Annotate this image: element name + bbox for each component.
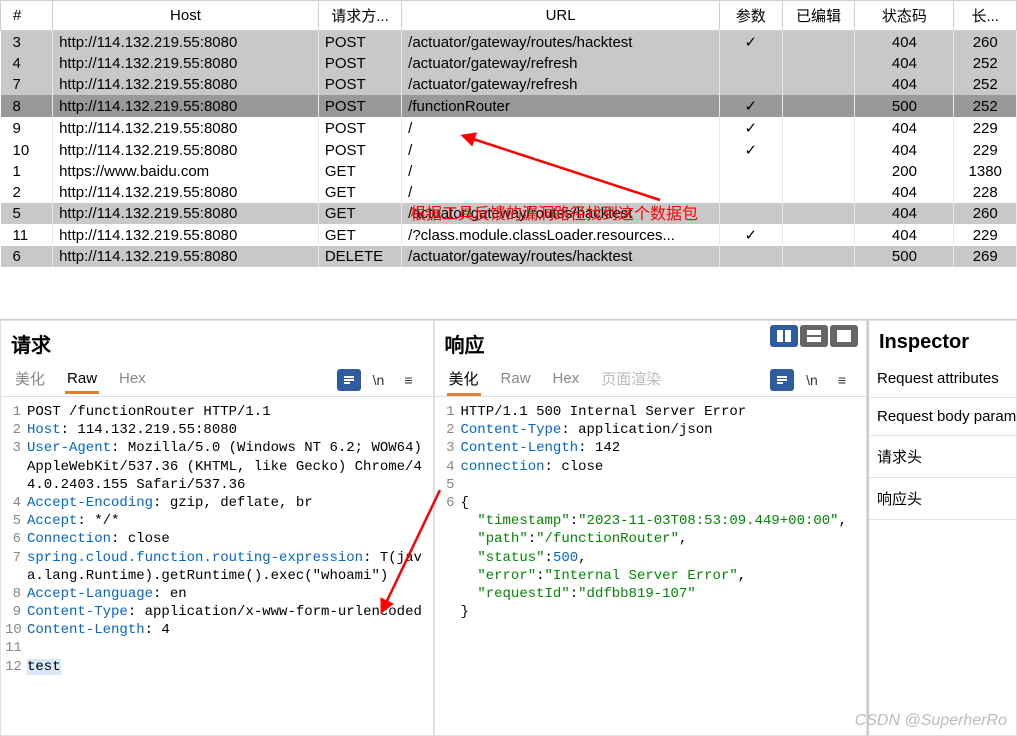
request-pane: 请求 美化 Raw Hex \n ≡ 1POST /functionRouter… [0,320,434,736]
tab-raw[interactable]: Raw [499,366,533,394]
table-row[interactable]: 3http://114.132.219.55:8080POST/actuator… [1,31,1017,54]
layout-single-icon[interactable] [830,325,858,347]
inspector-title: Inspector [869,321,1016,360]
action-icon[interactable] [770,369,794,391]
col-number[interactable]: # [1,1,53,31]
col-length[interactable]: 长... [954,1,1017,31]
col-status[interactable]: 状态码 [855,1,954,31]
inspector-item[interactable]: 请求头 [869,436,1016,478]
annotation-arrow2-icon [380,485,450,615]
tab-hex[interactable]: Hex [551,366,582,394]
tab-beautify[interactable]: 美化 [447,364,481,396]
response-pane: 响应 美化 Raw Hex 页面渲染 \n ≡ 1HTTP/1.1 500 In… [434,320,868,736]
tab-hex[interactable]: Hex [117,366,148,394]
response-code[interactable]: 1HTTP/1.1 500 Internal Server Error2Cont… [435,397,867,735]
annotation-arrow-icon [400,130,680,210]
col-host[interactable]: Host [53,1,319,31]
menu-icon[interactable]: ≡ [397,369,421,391]
layout-columns-icon[interactable] [770,325,798,347]
col-method[interactable]: 请求方... [318,1,401,31]
inspector-item[interactable]: Request body parameters [869,398,1016,436]
col-param[interactable]: 参数 [719,1,782,31]
request-code[interactable]: 1POST /functionRouter HTTP/1.12Host: 114… [1,397,433,735]
newline-icon[interactable]: \n [367,369,391,391]
col-edited[interactable]: 已编辑 [782,1,855,31]
table-row[interactable]: 7http://114.132.219.55:8080POST/actuator… [1,74,1017,95]
layout-toggle [770,325,858,347]
request-title: 请求 [11,329,51,358]
tab-render[interactable]: 页面渲染 [599,364,663,396]
menu-icon[interactable]: ≡ [830,369,854,391]
table-row[interactable]: 4http://114.132.219.55:8080POST/actuator… [1,53,1017,74]
table-header-row: # Host 请求方... URL 参数 已编辑 状态码 长... [1,1,1017,31]
response-title: 响应 [445,329,485,358]
tab-raw[interactable]: Raw [65,366,99,394]
table-row[interactable]: 8http://114.132.219.55:8080POST/function… [1,95,1017,117]
action-icon[interactable] [337,369,361,391]
layout-rows-icon[interactable] [800,325,828,347]
watermark: CSDN @SuperherRo [855,712,1007,730]
tab-beautify[interactable]: 美化 [13,364,47,396]
newline-icon[interactable]: \n [800,369,824,391]
table-row[interactable]: 11http://114.132.219.55:8080GET/?class.m… [1,224,1017,246]
annotation-text: 根据工具反馈的漏洞路径找到这个数据包 [410,200,698,224]
inspector-item[interactable]: Request attributes [869,360,1016,398]
inspector-item[interactable]: 响应头 [869,478,1016,520]
col-url[interactable]: URL [402,1,720,31]
table-row[interactable]: 6http://114.132.219.55:8080DELETE/actuat… [1,246,1017,267]
inspector-pane: Inspector Request attributesRequest body… [867,320,1017,736]
